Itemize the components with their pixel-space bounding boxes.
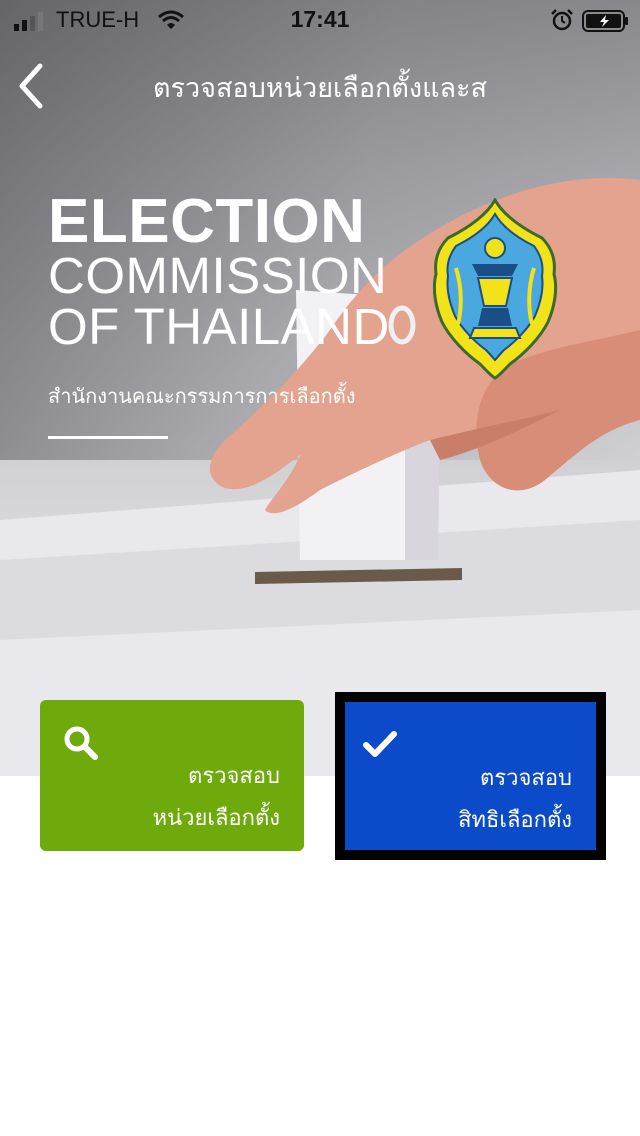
card-units-line2: หน่วยเลือกตั้ง xyxy=(152,806,280,831)
brand-of-thailand: OF THAILAND xyxy=(48,298,390,355)
card-rights-line2: สิทธิเลือกตั้ง xyxy=(458,808,572,833)
hero-banner: TRUE-H 17:41 ตรวจสอบหน่วยเลือกตั้งและส E… xyxy=(0,0,640,776)
brand-divider xyxy=(48,436,168,439)
check-polling-unit-button[interactable]: ตรวจสอบ หน่วยเลือกตั้ง xyxy=(40,700,304,851)
check-voting-rights-button[interactable]: ตรวจสอบ สิทธิเลือกตั้ง xyxy=(345,702,596,850)
back-chevron-icon[interactable] xyxy=(14,60,54,112)
card-rights-line1: ตรวจสอบ xyxy=(480,766,572,791)
battery-icon xyxy=(582,10,628,32)
nav-title: ตรวจสอบหน่วยเลือกตั้งและส xyxy=(152,73,488,104)
checkmark-icon xyxy=(363,731,397,757)
search-icon xyxy=(64,726,98,760)
status-time: 17:41 xyxy=(290,6,350,32)
status-bar: TRUE-H 17:41 xyxy=(0,0,640,40)
brand-thai-name: สำนักงานคณะกรรมการการเลือกตั้ง xyxy=(48,384,356,408)
alarm-icon xyxy=(551,9,573,31)
card-units-line1: ตรวจสอบ xyxy=(188,764,280,789)
ect-emblem-icon xyxy=(432,198,558,380)
